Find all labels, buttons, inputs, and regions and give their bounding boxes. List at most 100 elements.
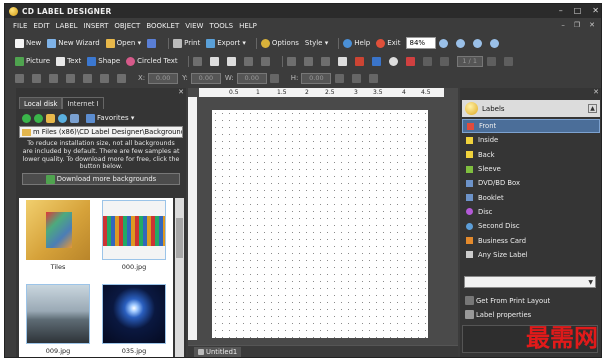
label-item-disc[interactable]: Disc — [462, 205, 600, 219]
lock-button[interactable] — [369, 73, 380, 83]
undo-button[interactable] — [243, 56, 255, 66]
x-field[interactable]: 0.00 — [148, 72, 179, 84]
label-item-business-card[interactable]: Business Card — [462, 233, 600, 247]
align-left-button[interactable] — [66, 73, 77, 83]
flip-button[interactable] — [352, 73, 363, 83]
zoom-out-button[interactable] — [456, 38, 467, 48]
last-page-button[interactable] — [503, 56, 515, 66]
label-item-booklet[interactable]: Booklet — [462, 190, 600, 204]
align-right-button[interactable] — [100, 73, 111, 83]
label-item-inside[interactable]: Inside — [462, 133, 600, 147]
label-item-back[interactable]: Back — [462, 148, 600, 162]
favorites-button[interactable]: Favorites ▾ — [86, 113, 134, 123]
panel-close-icon[interactable]: ✕ — [178, 88, 184, 97]
import-button[interactable] — [337, 56, 349, 66]
align-center-button[interactable] — [83, 73, 94, 83]
save-button[interactable] — [147, 38, 158, 48]
label-item-sleeve[interactable]: Sleeve — [462, 162, 600, 176]
mdi-restore-icon[interactable]: ❐ — [574, 21, 580, 29]
options-button[interactable]: Options — [260, 38, 299, 48]
forward-arrow-icon[interactable] — [34, 113, 43, 123]
back-arrow-icon[interactable] — [22, 113, 31, 123]
open-button[interactable]: Open ▾ — [105, 38, 141, 48]
get-from-print-layout-button[interactable]: Get From Print Layout — [460, 294, 601, 308]
style-button[interactable]: Style ▾ — [305, 39, 328, 47]
redo-button[interactable] — [260, 56, 272, 66]
help-button[interactable]: Help — [343, 38, 370, 48]
thumbnail-009[interactable]: 009.jpg — [24, 284, 92, 355]
rotate-button[interactable] — [335, 73, 346, 83]
label-list-button[interactable] — [354, 56, 366, 66]
menu-tools[interactable]: TOOLS — [209, 22, 233, 30]
first-page-button[interactable] — [422, 56, 434, 66]
thumbnail-tiles[interactable]: Tiles — [24, 200, 92, 271]
label-item-front[interactable]: Front — [462, 119, 600, 134]
export-button[interactable]: Export ▾ — [206, 38, 246, 48]
align-button[interactable] — [286, 56, 298, 66]
text-button[interactable]: Text — [56, 56, 81, 66]
download-backgrounds-button[interactable]: Download more backgrounds — [22, 173, 180, 186]
new-button[interactable]: New — [15, 38, 41, 48]
path-combo[interactable]: m Files (x86)\CD Label Designer\Backgrou… — [19, 126, 183, 138]
circled-text-button[interactable]: Circled Text — [126, 56, 178, 66]
label-item-dvd-bd-box[interactable]: DVD/BD Box — [462, 176, 600, 190]
print-button[interactable]: Print — [173, 38, 200, 48]
menu-file[interactable]: FILE — [13, 22, 27, 30]
minimize-icon[interactable]: – — [559, 6, 563, 15]
y-field[interactable]: 0.00 — [190, 72, 221, 84]
underline-button[interactable] — [49, 73, 60, 83]
shape-button[interactable]: Shape — [87, 56, 120, 66]
exit-button[interactable]: Exit — [376, 38, 400, 48]
tab-local-disk[interactable]: Local disk — [19, 97, 63, 109]
zoom-fit-button[interactable] — [473, 38, 484, 48]
mdi-close-icon[interactable]: ✕ — [589, 21, 595, 29]
new-wizard-button[interactable]: New Wizard — [47, 38, 100, 48]
menu-view[interactable]: VIEW — [185, 22, 203, 30]
label-page[interactable] — [212, 110, 428, 338]
globe-button[interactable] — [388, 56, 400, 66]
menu-insert[interactable]: INSERT — [84, 22, 109, 30]
mdi-minimize-icon[interactable]: – — [561, 21, 565, 29]
document-tab-untitled1[interactable]: Untitled1 — [194, 347, 242, 357]
menu-help[interactable]: HELP — [239, 22, 257, 30]
font-color-button[interactable] — [117, 73, 128, 83]
label-format-select[interactable]: ▼ — [464, 275, 596, 288]
chevron-down-icon: ▼ — [588, 278, 593, 286]
height-field[interactable]: 0.00 — [301, 72, 332, 84]
paste-button[interactable] — [226, 56, 238, 66]
disc-button[interactable] — [371, 56, 383, 66]
width-field[interactable]: 0.00 — [236, 72, 267, 84]
zoom-page-button[interactable] — [490, 38, 501, 48]
lock-ratio-button[interactable] — [269, 73, 281, 83]
preview-button[interactable] — [405, 56, 417, 66]
ruler-tick: 3 — [354, 89, 358, 96]
maximize-icon[interactable]: □ — [574, 6, 582, 15]
thumbnail-035[interactable]: 035.jpg — [100, 284, 168, 355]
send-back-button[interactable] — [320, 56, 332, 66]
next-page-button[interactable] — [486, 56, 498, 66]
thumbnail-scrollbar[interactable] — [175, 198, 184, 357]
tab-internet[interactable]: Internet I — [62, 97, 104, 109]
picture-button[interactable]: Picture — [15, 56, 50, 66]
menu-object[interactable]: OBJECT — [114, 22, 140, 30]
view-mode-icon[interactable] — [70, 113, 79, 123]
menu-edit[interactable]: EDIT — [33, 22, 49, 30]
thumbnail-000[interactable]: 000.jpg — [100, 200, 168, 271]
menu-label[interactable]: LABEL — [56, 22, 78, 30]
bold-button[interactable] — [15, 73, 26, 83]
zoom-in-button[interactable] — [439, 38, 450, 48]
zoom-input[interactable]: 84% — [406, 37, 437, 49]
italic-button[interactable] — [32, 73, 43, 83]
refresh-icon[interactable] — [58, 113, 67, 123]
label-item-any-size[interactable]: Any Size Label — [462, 248, 600, 262]
up-folder-icon[interactable] — [46, 113, 55, 123]
bring-front-button[interactable] — [303, 56, 315, 66]
prev-page-button[interactable] — [439, 56, 451, 66]
label-item-second-disc[interactable]: Second Disc — [462, 219, 600, 233]
collapse-icon[interactable]: ▲ — [588, 104, 597, 113]
copy-button[interactable] — [209, 56, 221, 66]
menu-booklet[interactable]: BOOKLET — [146, 22, 179, 30]
cut-button[interactable] — [192, 56, 204, 66]
close-icon[interactable]: ✕ — [592, 6, 599, 15]
panel-close-icon[interactable]: ✕ — [593, 88, 599, 97]
